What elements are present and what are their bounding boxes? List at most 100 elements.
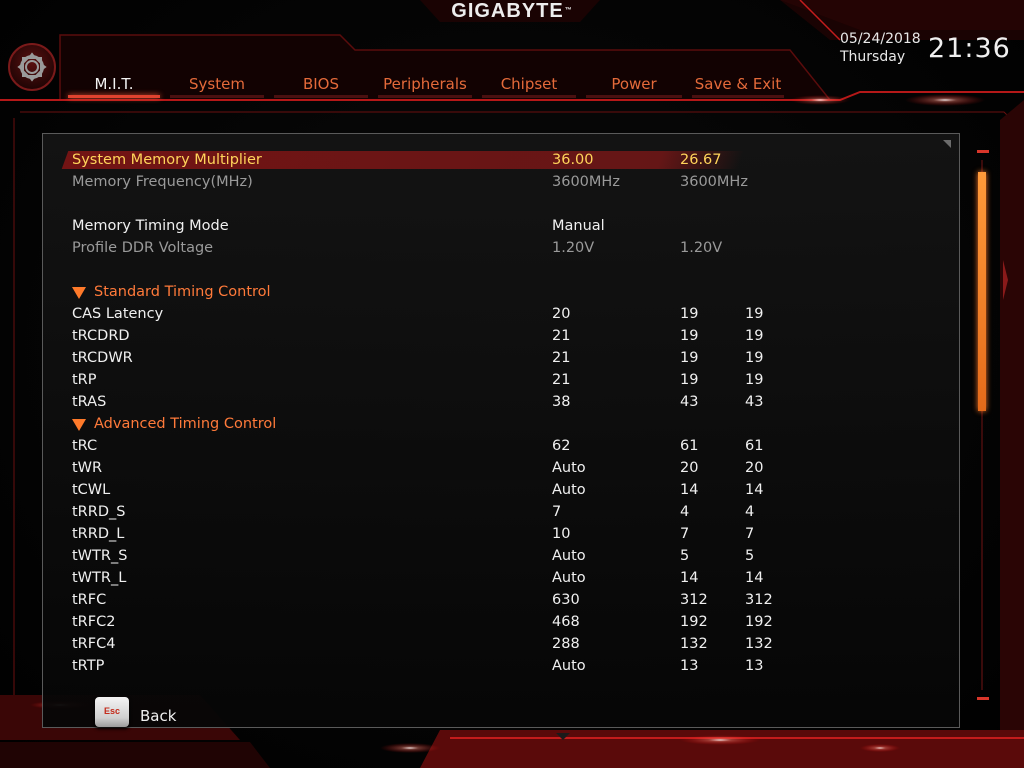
- setting-row[interactable]: tWR Auto 20 20: [43, 457, 959, 479]
- row-spacer: [43, 193, 959, 215]
- setting-row[interactable]: tWTR_L Auto 14 14: [43, 567, 959, 589]
- setting-row[interactable]: tRCDRD 21 19 19: [43, 325, 959, 347]
- setting-value: Auto: [552, 482, 586, 498]
- setting-value: 21: [552, 372, 571, 388]
- setting-value: Manual: [552, 218, 605, 234]
- setting-row[interactable]: tRCDWR 21 19 19: [43, 347, 959, 369]
- date-text: 05/24/2018: [840, 31, 921, 47]
- setting-row[interactable]: tCWL Auto 14 14: [43, 479, 959, 501]
- setting-row[interactable]: CAS Latency 20 19 19: [43, 303, 959, 325]
- tab-system[interactable]: System: [170, 72, 264, 98]
- setting-value: 288: [552, 636, 580, 652]
- settings-list: System Memory Multiplier 36.00 26.67 Memory…: [43, 149, 959, 677]
- setting-row[interactable]: tRRD_S 7 4 4: [43, 501, 959, 523]
- setting-row[interactable]: tRP 21 19 19: [43, 369, 959, 391]
- setting-value: 21: [552, 350, 571, 366]
- date-display: 05/24/2018 Thursday: [840, 30, 930, 66]
- setting-label: tWTR_L: [72, 570, 127, 586]
- setting-value-alt: 132: [745, 636, 773, 652]
- setting-value: Auto: [552, 460, 586, 476]
- tab-label: System: [189, 75, 245, 93]
- tab-chipset[interactable]: Chipset: [482, 72, 576, 98]
- tab-peripherals[interactable]: Peripherals: [378, 72, 472, 98]
- setting-row[interactable]: tRC 62 61 61: [43, 435, 959, 457]
- setting-value: 62: [552, 438, 571, 454]
- setting-value-current: 1.20V: [680, 240, 723, 256]
- setting-value-alt: 5: [745, 548, 755, 564]
- setting-value-alt: 61: [745, 438, 764, 454]
- setting-value-alt: 19: [745, 328, 764, 344]
- setting-label: tRFC2: [72, 614, 116, 630]
- tab-power[interactable]: Power: [586, 72, 682, 98]
- esc-key-icon: Esc: [95, 697, 129, 727]
- setting-value-current: 14: [680, 570, 699, 586]
- setting-row[interactable]: Memory Timing Mode Manual: [43, 215, 959, 237]
- setting-label: tRP: [72, 372, 97, 388]
- setting-value: Auto: [552, 570, 586, 586]
- setting-row: Memory Frequency(MHz) 3600MHz 3600MHz: [43, 171, 959, 193]
- setting-value: 38: [552, 394, 571, 410]
- tab-label: Save & Exit: [694, 75, 782, 93]
- tab-label: M.I.T.: [94, 75, 134, 93]
- setting-label: tRFC: [72, 592, 107, 608]
- setting-row[interactable]: tRFC 630 312 312: [43, 589, 959, 611]
- setting-value-current: 132: [680, 636, 708, 652]
- setting-row[interactable]: System Memory Multiplier 36.00 26.67: [43, 149, 959, 171]
- setting-row[interactable]: tWTR_S Auto 5 5: [43, 545, 959, 567]
- setting-label: tCWL: [72, 482, 111, 498]
- triangle-down-icon: [72, 286, 86, 299]
- setting-value-alt: 19: [745, 350, 764, 366]
- setting-row[interactable]: tRAS 38 43 43: [43, 391, 959, 413]
- panel-corner-marker: [943, 140, 951, 148]
- scrollbar-thumb[interactable]: [978, 172, 986, 412]
- scrollbar[interactable]: [977, 150, 989, 700]
- setting-label: tRRD_L: [72, 526, 125, 542]
- setting-label: CAS Latency: [72, 306, 164, 322]
- setting-value: 7: [552, 504, 562, 520]
- setting-label: tRCDWR: [72, 350, 133, 366]
- brand-name: GIGABYTE: [451, 0, 564, 22]
- setting-value-alt: 312: [745, 592, 773, 608]
- setting-value-alt: 14: [745, 570, 764, 586]
- section-title: Standard Timing Control: [72, 281, 271, 303]
- setting-value-current: 26.67: [680, 152, 722, 168]
- setting-label: tWR: [72, 460, 103, 476]
- setting-value-alt: 19: [745, 306, 764, 322]
- setting-value: 10: [552, 526, 571, 542]
- section-label: Standard Timing Control: [94, 284, 271, 300]
- brand-logo: GIGABYTE™: [0, 0, 1024, 22]
- setting-label: tRTP: [72, 658, 105, 674]
- setting-value-alt: 19: [745, 372, 764, 388]
- setting-value-current: 5: [680, 548, 690, 564]
- setting-value-current: 43: [680, 394, 699, 410]
- tab-mit[interactable]: M.I.T.: [68, 72, 160, 98]
- setting-row[interactable]: tRTP Auto 13 13: [43, 655, 959, 677]
- setting-value-current: 19: [680, 328, 699, 344]
- setting-row[interactable]: tRRD_L 10 7 7: [43, 523, 959, 545]
- section-header[interactable]: Standard Timing Control: [43, 281, 959, 303]
- setting-row[interactable]: tRFC2 468 192 192: [43, 611, 959, 633]
- back-button[interactable]: Esc Back: [95, 697, 215, 737]
- setting-label: Memory Frequency(MHz): [72, 174, 253, 190]
- tab-label: Peripherals: [383, 75, 467, 93]
- setting-value-current: 7: [680, 526, 690, 542]
- tab-bios[interactable]: BIOS: [274, 72, 368, 98]
- setting-value-alt: 43: [745, 394, 764, 410]
- setting-value-current: 192: [680, 614, 708, 630]
- setting-value: 21: [552, 328, 571, 344]
- main-tabs: M.I.T. System BIOS Peripherals Chipset P…: [0, 72, 840, 100]
- setting-value: 3600MHz: [552, 174, 620, 190]
- setting-value-current: 61: [680, 438, 699, 454]
- setting-label: tWTR_S: [72, 548, 128, 564]
- brand-trademark: ™: [564, 7, 573, 14]
- tab-save-exit[interactable]: Save & Exit: [692, 72, 784, 98]
- section-header[interactable]: Advanced Timing Control: [43, 413, 959, 435]
- setting-row[interactable]: tRFC4 288 132 132: [43, 633, 959, 655]
- setting-value-alt: 13: [745, 658, 764, 674]
- section-label: Advanced Timing Control: [94, 416, 277, 432]
- setting-label: System Memory Multiplier: [72, 152, 262, 168]
- setting-label: tRC: [72, 438, 98, 454]
- clock-time: 21:36: [928, 33, 1011, 64]
- setting-label: Profile DDR Voltage: [72, 240, 214, 256]
- setting-label: tRAS: [72, 394, 107, 410]
